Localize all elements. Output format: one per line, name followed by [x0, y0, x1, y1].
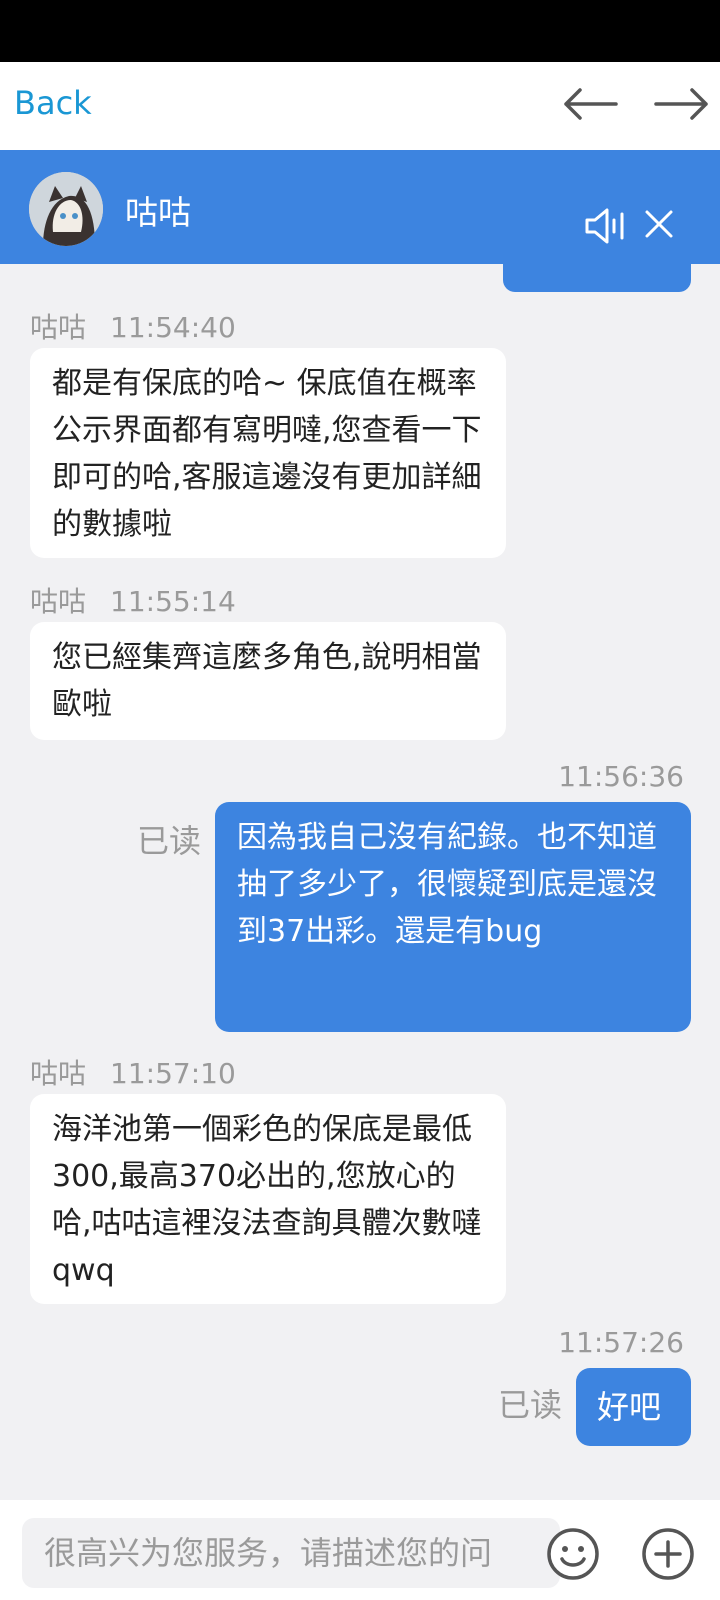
arrow-left-icon[interactable] [560, 82, 620, 126]
outgoing-message-bubble: 因為我自己沒有紀錄。也不知道抽了多少了，很懷疑到底是還沒到37出彩。還是有bug [215, 802, 691, 1032]
nav-bar: Back [0, 62, 720, 150]
avatar[interactable] [29, 172, 103, 246]
message-input[interactable]: 很高兴为您服务，请描述您的问 [22, 1518, 560, 1588]
plus-icon[interactable] [640, 1526, 696, 1582]
emoji-icon[interactable] [545, 1526, 601, 1582]
close-icon[interactable] [643, 208, 675, 240]
avatar-image [29, 172, 103, 246]
message-list[interactable]: 咕咕 11:54:40 都是有保底的哈~ 保底值在概率公示界面都有寫明噠,您查看一… [0, 264, 720, 1500]
incoming-message-bubble: 海洋池第一個彩色的保底是最低300,最高370必出的,您放心的哈,咕咕這裡沒法查… [30, 1094, 506, 1304]
outgoing-message-bubble: 好吧 [576, 1368, 691, 1446]
message-meta: 咕咕 11:57:10 [30, 1052, 236, 1092]
message-meta: 咕咕 11:54:40 [30, 306, 236, 346]
incoming-message-bubble: 都是有保底的哈~ 保底值在概率公示界面都有寫明噠,您查看一下即可的哈,客服這邊沒… [30, 348, 506, 558]
message-time: 11:54:40 [110, 311, 236, 344]
incoming-message-bubble: 您已經集齊這麼多角色,說明相當歐啦 [30, 622, 506, 740]
read-status: 已读 [137, 822, 202, 860]
arrow-right-icon[interactable] [652, 82, 712, 126]
sender-name: 咕咕 [30, 311, 87, 344]
status-bar [0, 0, 720, 62]
sender-name: 咕咕 [30, 1057, 87, 1090]
read-status: 已读 [498, 1386, 563, 1424]
message-meta: 咕咕 11:55:14 [30, 580, 236, 620]
message-time: 11:57:10 [110, 1057, 236, 1090]
sender-name: 咕咕 [30, 585, 87, 618]
message-time: 11:56:36 [558, 760, 684, 793]
message-time: 11:57:26 [558, 1326, 684, 1359]
input-bar: 很高兴为您服务，请描述您的问 [0, 1500, 720, 1600]
chat-header: 咕咕 [0, 150, 720, 264]
partial-message-bubble [503, 264, 691, 292]
back-button[interactable]: Back [14, 84, 92, 122]
message-time: 11:55:14 [110, 585, 236, 618]
speaker-icon[interactable] [583, 206, 629, 246]
contact-name: 咕咕 [125, 193, 191, 232]
